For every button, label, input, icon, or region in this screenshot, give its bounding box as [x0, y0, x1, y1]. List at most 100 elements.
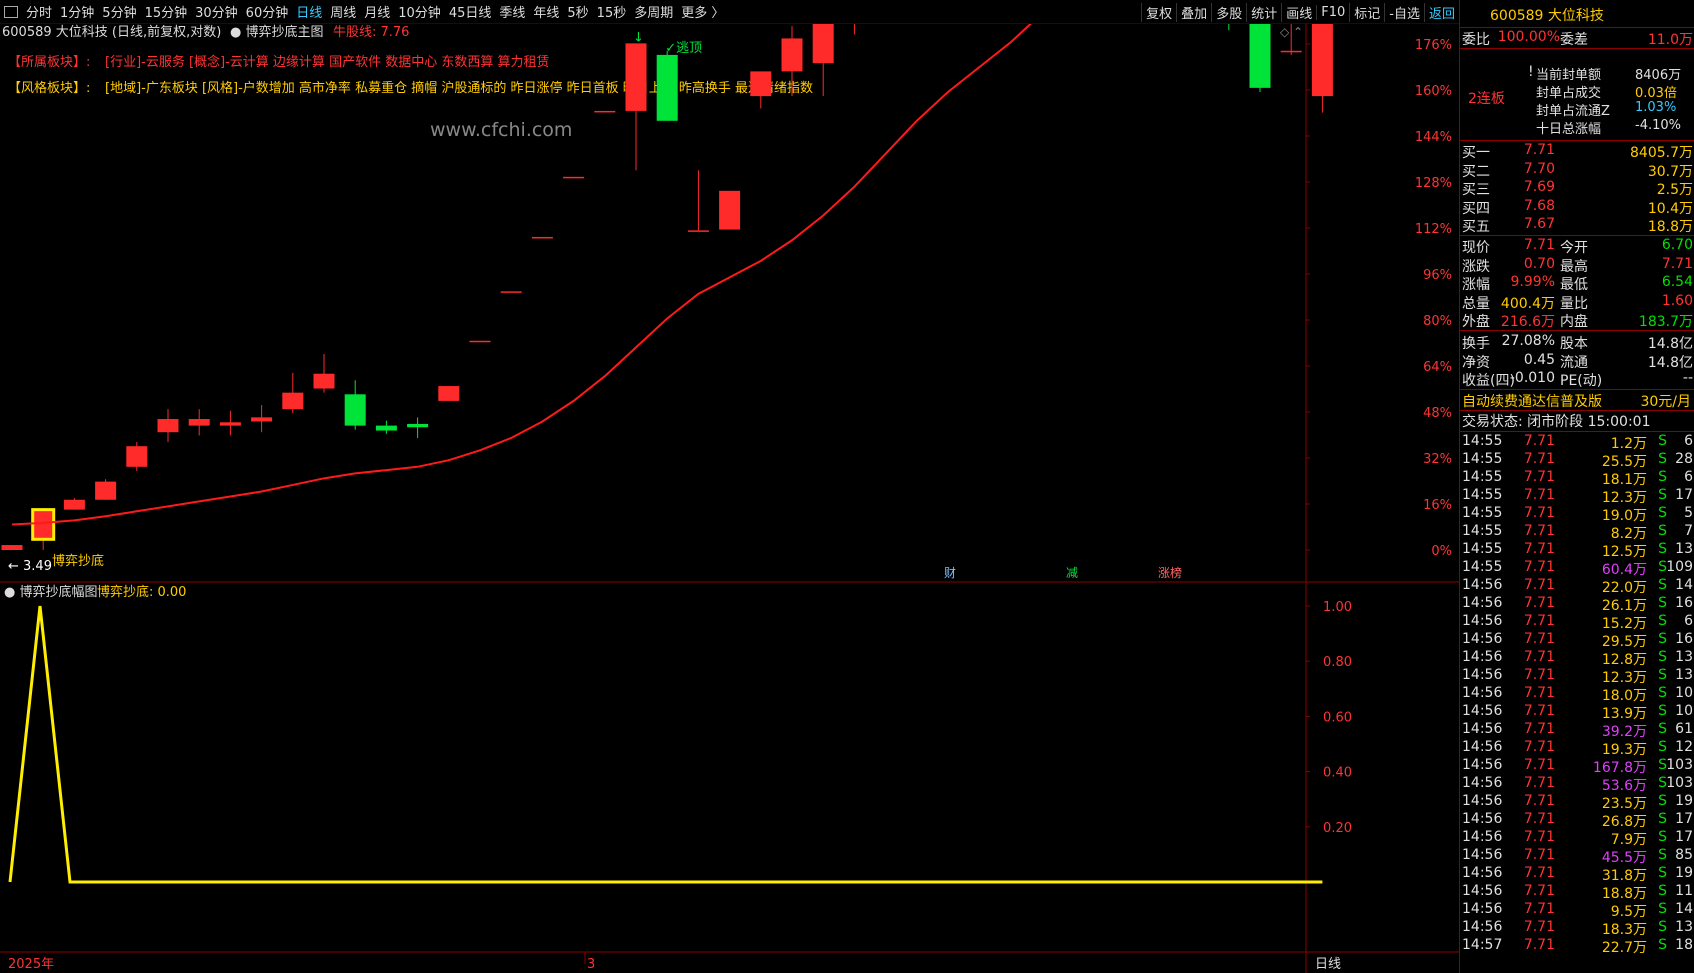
watermark: www.cfchi.com	[430, 119, 572, 141]
tick-side: S	[1658, 631, 1667, 647]
quote-label-2: 最高	[1560, 258, 1588, 275]
period-5[interactable]: 60分钟	[242, 2, 293, 21]
tool-5[interactable]: F10	[1316, 4, 1349, 20]
candle-body	[594, 110, 616, 113]
tick-row: 14:56 7.71 13.9万 S 10	[1460, 703, 1694, 722]
candle-body	[157, 419, 179, 433]
weibi-row: 委比 100.00% 委差 11.0万	[1460, 29, 1694, 48]
period-2[interactable]: 5分钟	[98, 2, 140, 21]
tick-side: S	[1658, 469, 1667, 485]
divider	[1460, 235, 1694, 236]
tick-row: 14:56 7.71 15.2万 S 6	[1460, 613, 1694, 632]
tick-price: 7.71	[1523, 451, 1555, 467]
tick-side: S	[1658, 829, 1667, 845]
period-15[interactable]: 多周期	[630, 2, 677, 21]
tick-time: 14:56	[1462, 919, 1503, 935]
info-label-2: 流通	[1560, 354, 1588, 371]
weibi-value: 100.00%	[1497, 29, 1560, 45]
tick-price: 7.71	[1523, 469, 1555, 485]
tick-row: 14:55 7.71 8.2万 S 7	[1460, 523, 1694, 542]
sub-y-label: 0.60	[1323, 710, 1352, 725]
tick-count: 10	[1675, 685, 1693, 701]
quote-label: 涨幅	[1462, 277, 1490, 293]
kline-chart[interactable]: 176% 160% 144% 128% 112% 96% 80% 64% 48% 32% 16% 0%…	[0, 24, 1459, 973]
tick-time: 14:56	[1462, 577, 1503, 593]
period-14[interactable]: 15秒	[593, 2, 631, 21]
tick-volume: 26.1万	[1601, 598, 1647, 614]
y-label: 96%	[1423, 268, 1452, 283]
tool-0[interactable]: 复权	[1141, 2, 1176, 22]
period-3[interactable]: 15分钟	[141, 2, 192, 21]
period-16[interactable]: 更多 〉	[677, 2, 728, 21]
tool-1[interactable]: 叠加	[1176, 2, 1211, 22]
bid-row: 买二 7.70 30.7万	[1460, 161, 1694, 180]
tick-count: 61	[1675, 721, 1693, 737]
tick-volume: 60.4万	[1601, 562, 1647, 578]
tick-price: 7.71	[1523, 487, 1555, 503]
period-6[interactable]: 日线	[292, 2, 326, 21]
tick-row: 14:55 7.71 25.5万 S 28	[1460, 451, 1694, 470]
tick-row: 14:56 7.71 18.3万 S 13	[1460, 919, 1694, 938]
bid-volume: 8405.7万	[1630, 145, 1693, 161]
period-tag: 日线	[1315, 957, 1341, 972]
tick-price: 7.71	[1523, 649, 1555, 665]
tick-count: 18	[1675, 937, 1693, 953]
quote-row: 外盘 216.6万 内盘 183.7万	[1460, 311, 1694, 330]
bid-row: 买一 7.71 8405.7万	[1460, 142, 1694, 161]
tick-time: 14:56	[1462, 811, 1503, 827]
tick-count: 13	[1675, 649, 1693, 665]
period-7[interactable]: 周线	[326, 2, 360, 21]
tick-row: 14:56 7.71 22.0万 S 14	[1460, 577, 1694, 596]
tick-volume: 7.9万	[1610, 832, 1647, 848]
weibi-label: 委比	[1462, 32, 1490, 48]
period-9[interactable]: 10分钟	[394, 2, 445, 21]
period-0[interactable]: 分时	[22, 2, 56, 21]
tick-count: 19	[1675, 865, 1693, 881]
tool-4[interactable]: 画线	[1281, 2, 1316, 22]
tick-time: 14:56	[1462, 847, 1503, 863]
bottom-signal-label: 博弈抄底	[52, 553, 104, 569]
y-label: 48%	[1423, 406, 1452, 421]
tick-row: 14:55 7.71 18.1万 S 6	[1460, 469, 1694, 488]
period-12[interactable]: 年线	[529, 2, 563, 21]
candle-body	[719, 190, 741, 230]
quote-label-2: 量比	[1560, 295, 1588, 312]
bid-label: 买三	[1462, 182, 1490, 198]
period-8[interactable]: 月线	[360, 2, 394, 21]
tick-time: 14:56	[1462, 613, 1503, 629]
tick-side: S	[1658, 937, 1667, 953]
candle-body	[407, 423, 429, 428]
tick-side: S	[1658, 541, 1667, 557]
tick-count: 103	[1666, 775, 1693, 791]
candle-body	[344, 394, 366, 426]
x-label-year: 2025年	[8, 957, 54, 972]
info-icon: !	[1528, 64, 1534, 80]
low-price-label: ← 3.49	[8, 559, 52, 574]
tick-row: 14:56 7.71 12.8万 S 13	[1460, 649, 1694, 668]
info-value: -0.010	[1509, 370, 1555, 386]
menu-icon[interactable]	[4, 5, 18, 18]
sell-arrow-icon: ↓	[633, 30, 644, 45]
period-4[interactable]: 30分钟	[191, 2, 242, 21]
tool-8[interactable]: 返回	[1423, 2, 1459, 22]
tick-volume: 18.0万	[1601, 688, 1647, 704]
indicator-name: ● 博弈抄底主图	[230, 24, 323, 40]
period-13[interactable]: 5秒	[563, 2, 592, 21]
tool-7[interactable]: -自选	[1384, 2, 1424, 22]
tick-time: 14:56	[1462, 775, 1503, 791]
tick-side: S	[1658, 865, 1667, 881]
tick-volume: 12.3万	[1601, 670, 1647, 686]
tick-row: 14:56 7.71 19.3万 S 12	[1460, 739, 1694, 758]
tick-time: 14:55	[1462, 523, 1503, 539]
period-10[interactable]: 45日线	[445, 2, 496, 21]
sub-title: ● 博弈抄底幅图	[4, 584, 97, 600]
period-11[interactable]: 季线	[495, 2, 529, 21]
tick-price: 7.71	[1523, 631, 1555, 647]
period-1[interactable]: 1分钟	[56, 2, 98, 21]
tool-2[interactable]: 多股	[1211, 2, 1246, 22]
tool-6[interactable]: 标记	[1349, 2, 1384, 22]
tick-time: 14:56	[1462, 901, 1503, 917]
bid-volume: 18.8万	[1647, 219, 1693, 235]
tool-3[interactable]: 统计	[1246, 2, 1281, 22]
tick-price: 7.71	[1523, 577, 1555, 593]
